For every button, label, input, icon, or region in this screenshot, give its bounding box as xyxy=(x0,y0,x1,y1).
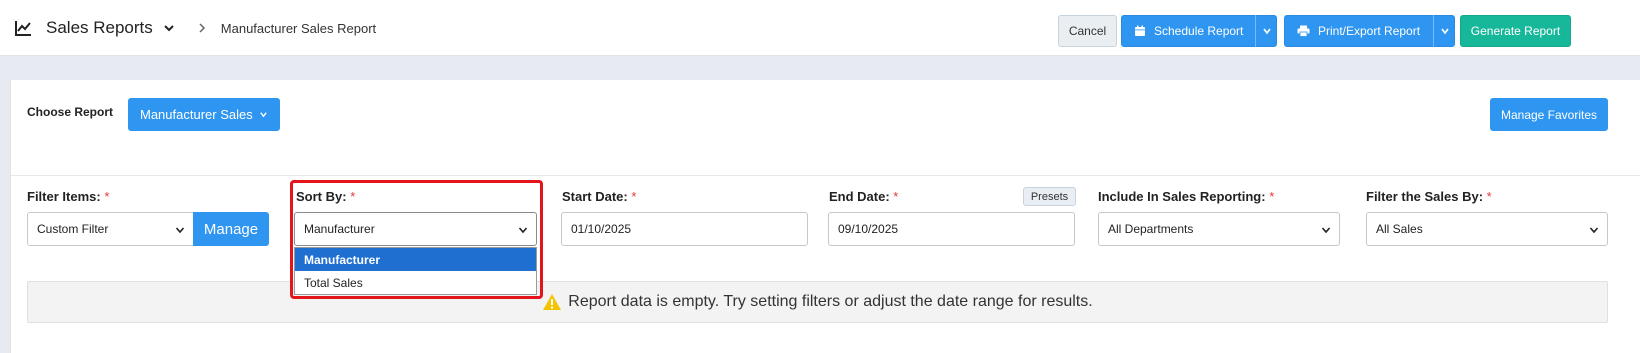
required-marker: * xyxy=(350,189,356,204)
chevron-down-icon xyxy=(1440,28,1449,35)
sort-by-options: Manufacturer Total Sales xyxy=(294,247,537,295)
chevron-down-icon xyxy=(1589,227,1599,234)
end-date-label: End Date: * xyxy=(829,189,899,204)
chevron-down-icon xyxy=(259,112,267,118)
calendar-icon xyxy=(1135,25,1145,36)
filter-items-value: Custom Filter xyxy=(37,222,109,236)
empty-report-message: Report data is empty. Try setting filter… xyxy=(568,293,1093,310)
choose-report-button[interactable]: Manufacturer Sales xyxy=(128,98,280,131)
start-date-value: 01/10/2025 xyxy=(571,222,632,236)
required-marker: * xyxy=(631,189,637,204)
sort-option-manufacturer[interactable]: Manufacturer xyxy=(295,248,536,271)
required-marker: * xyxy=(893,189,899,204)
chevron-down-icon xyxy=(175,227,185,234)
breadcrumb: Sales Reports Manufacturer Sales Report xyxy=(14,0,376,56)
chevron-down-icon[interactable] xyxy=(163,22,175,34)
left-rail xyxy=(0,80,10,353)
sort-by-value: Manufacturer xyxy=(304,222,375,236)
filter-items-label: Filter Items: * xyxy=(27,189,110,204)
date-presets-button[interactable]: Presets xyxy=(1023,187,1076,206)
required-marker: * xyxy=(1269,189,1275,204)
print-export-label: Print/Export Report xyxy=(1318,24,1421,38)
filter-items-select[interactable]: Custom Filter xyxy=(27,212,194,246)
start-date-label: Start Date: * xyxy=(562,189,637,204)
end-date-input[interactable]: 09/10/2025 xyxy=(828,212,1075,246)
choose-report-label: Choose Report xyxy=(27,105,114,119)
filter-sales-by-select[interactable]: All Sales xyxy=(1366,212,1608,246)
sort-by-select[interactable]: Manufacturer xyxy=(294,212,537,246)
schedule-report-button[interactable]: Schedule Report xyxy=(1121,15,1277,47)
sort-option-total-sales[interactable]: Total Sales xyxy=(295,271,536,294)
generate-report-button[interactable]: Generate Report xyxy=(1460,15,1571,47)
printer-icon xyxy=(1297,25,1310,37)
filter-sales-by-value: All Sales xyxy=(1376,222,1423,236)
manage-filter-button[interactable]: Manage xyxy=(193,212,269,246)
chevron-down-icon xyxy=(1321,227,1331,234)
include-sales-value: All Departments xyxy=(1108,222,1194,236)
line-chart-icon xyxy=(15,21,31,36)
section-divider xyxy=(11,175,1640,176)
warning-icon xyxy=(543,294,562,310)
print-export-button[interactable]: Print/Export Report xyxy=(1284,15,1455,47)
top-bar: Sales Reports Manufacturer Sales Report … xyxy=(0,0,1640,56)
chevron-down-icon xyxy=(1262,28,1271,35)
required-marker: * xyxy=(1486,189,1492,204)
cancel-button[interactable]: Cancel xyxy=(1058,15,1117,47)
schedule-report-dropdown[interactable] xyxy=(1255,15,1277,47)
breadcrumb-current: Manufacturer Sales Report xyxy=(220,20,377,36)
filter-sales-by-label: Filter the Sales By: * xyxy=(1366,189,1492,204)
manage-favorites-button[interactable]: Manage Favorites xyxy=(1490,98,1608,131)
chevron-right-icon xyxy=(199,23,205,33)
required-marker: * xyxy=(104,189,110,204)
chevron-down-icon xyxy=(518,227,528,234)
end-date-value: 09/10/2025 xyxy=(838,222,899,236)
start-date-input[interactable]: 01/10/2025 xyxy=(561,212,808,246)
sort-by-label: Sort By: * xyxy=(296,189,356,204)
page-band xyxy=(0,56,1640,80)
app-title[interactable]: Sales Reports xyxy=(46,18,153,38)
schedule-report-label: Schedule Report xyxy=(1154,24,1244,38)
empty-report-alert: Report data is empty. Try setting filter… xyxy=(27,281,1608,323)
include-sales-select[interactable]: All Departments xyxy=(1098,212,1340,246)
print-export-dropdown[interactable] xyxy=(1433,15,1455,47)
choose-report-value: Manufacturer Sales xyxy=(140,107,253,122)
include-sales-label: Include In Sales Reporting: * xyxy=(1098,189,1275,204)
